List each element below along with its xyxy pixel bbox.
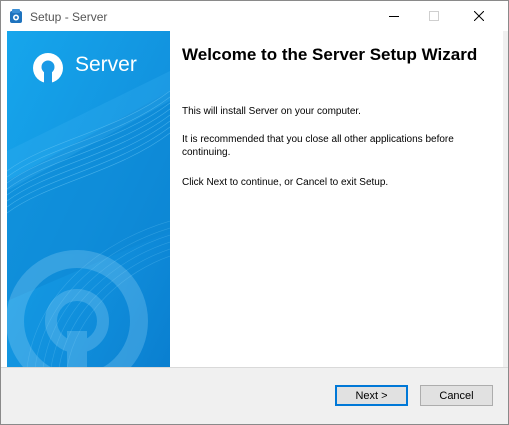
server-logo-text: Server [75, 53, 137, 76]
instruction-text: Click Next to continue, or Cancel to exi… [182, 177, 389, 188]
welcome-main: Welcome to the Server Setup Wizard This … [182, 45, 492, 188]
page-title: Welcome to the Server Setup Wizard [182, 45, 478, 64]
maximize-button [411, 1, 457, 31]
recommendation-text: It is recommended that you close all oth… [182, 134, 454, 158]
wizard-footer: Next > Cancel [1, 368, 508, 424]
close-icon [474, 11, 484, 21]
close-button[interactable] [456, 1, 502, 31]
maximize-icon [429, 11, 439, 21]
next-button[interactable]: Next > [335, 385, 408, 406]
title-bar[interactable]: Setup - Server [1, 1, 508, 31]
window-title: Setup - Server [30, 10, 108, 24]
install-info-text: This will install Server on your compute… [182, 106, 361, 117]
wizard-side-image: Server [7, 31, 170, 368]
server-logo-icon [33, 53, 63, 83]
cancel-button[interactable]: Cancel [420, 385, 493, 406]
wizard-content: Server Welcome to the Server Setup Wizar… [1, 31, 503, 368]
setup-window: Setup - Server Server Welcome to the Ser… [0, 0, 509, 425]
minimize-icon [389, 16, 399, 17]
setup-app-icon [9, 9, 23, 24]
